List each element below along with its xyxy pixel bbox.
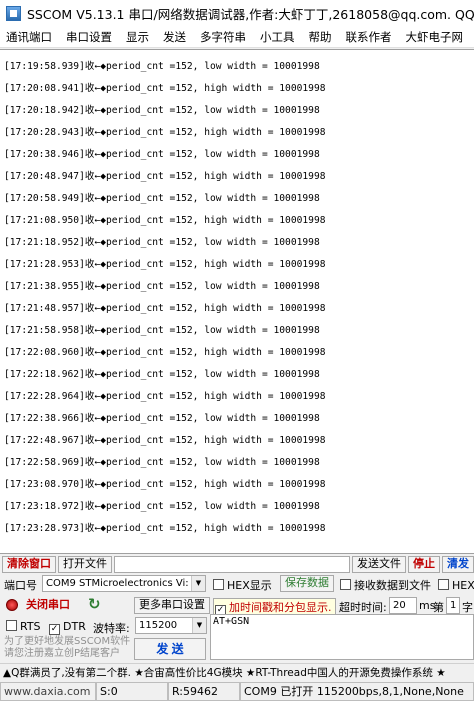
window-title: SSCOM V5.13.1 串口/网络数据调试器,作者:大虾丁丁,2618058… [27,6,474,22]
menu-tools[interactable]: 小工具 [260,29,295,45]
port-label: 端口号 [4,579,37,592]
log-line: [17:23:18.972]收←◆period_cnt =152, low wi… [4,501,320,512]
received-count: R:59462 [168,682,240,701]
clear-send-button[interactable]: 清发 [442,555,474,573]
log-line: [17:21:58.958]收←◆period_cnt =152, low wi… [4,325,320,336]
status-bar: www.daxia.com S:0 R:59462 COM9 已打开 11520… [0,682,474,701]
app-icon [6,5,21,21]
rts-checkbox[interactable]: RTS [6,620,41,633]
recv-to-file-label: 接收数据到文件 [354,579,431,592]
send-file-button[interactable]: 发送文件 [352,555,406,573]
menu-multi-string[interactable]: 多字符串 [200,29,246,45]
timeout-label: 超时时间: [339,601,387,614]
page-input[interactable]: 1 [446,597,460,614]
log-line: [17:20:18.942]收←◆period_cnt =152, low wi… [4,105,320,116]
checkbox-box [438,579,449,590]
log-line: [17:20:58.949]收←◆period_cnt =152, low wi… [4,193,320,204]
refresh-icon[interactable]: ↻ [88,595,101,613]
dtr-label: DTR [63,620,86,633]
checkbox-box [213,579,224,590]
file-button-row: 清除窗口 打开文件 发送文件 停止 清发 [0,555,474,573]
port-state: COM9 已打开 115200bps,8,1,None,None [240,682,474,701]
log-line: [17:20:38.946]收←◆period_cnt =152, low wi… [4,149,320,160]
receive-window[interactable]: [17:19:58.939]收←◆period_cnt =152, low wi… [0,49,474,554]
log-line: [17:21:48.957]收←◆period_cnt =152, high w… [4,303,326,314]
timeout-input[interactable]: 20 [389,597,417,614]
chevron-down-icon: ▼ [191,576,205,591]
port-select-value: COM9 STMicroelectronics Vi: [46,578,189,589]
menu-display[interactable]: 显示 [126,29,149,45]
checkbox-box: ✓ [49,624,60,635]
menu-bar: 通讯端口 串口设置 显示 发送 多字符串 小工具 帮助 联系作者 大虾电子网 [0,26,474,48]
promo-line-2[interactable]: 请您注册嘉立创P结尾客户 [4,648,120,660]
clear-window-button[interactable]: 清除窗口 [2,555,56,573]
log-line: [17:21:08.950]收←◆period_cnt =152, high w… [4,215,326,226]
baud-select[interactable]: 115200 ▼ [135,617,207,634]
stop-button[interactable]: 停止 [408,555,440,573]
menu-contact[interactable]: 联系作者 [346,29,392,45]
menu-send[interactable]: 发送 [163,29,186,45]
hex-display-checkbox[interactable]: HEX显示 [213,577,272,593]
log-line: [17:22:28.964]收←◆period_cnt =152, high w… [4,391,326,402]
log-line: [17:22:58.969]收←◆period_cnt =152, low wi… [4,457,320,468]
title-bar: SSCOM V5.13.1 串口/网络数据调试器,作者:大虾丁丁,2618058… [0,0,474,26]
hex-send-checkbox[interactable]: HEX发 [438,577,474,593]
checkbox-box [340,579,351,590]
checkbox-box [6,620,17,631]
menu-help[interactable]: 帮助 [309,29,332,45]
news-ticker[interactable]: ▲Q群满员了,没有第二个群. ★合宙高性价比4G模块 ★RT-Thread中国人… [0,663,474,681]
log-line: [17:22:08.960]收←◆period_cnt =152, high w… [4,347,326,358]
port-select[interactable]: COM9 STMicroelectronics Vi: ▼ [42,575,206,592]
log-line: [17:21:38.955]收←◆period_cnt =152, low wi… [4,281,320,292]
log-line: [17:21:28.953]收←◆period_cnt =152, high w… [4,259,326,270]
dtr-checkbox[interactable]: ✓ DTR [49,620,86,635]
hex-display-label: HEX显示 [227,579,272,592]
log-line: [17:22:48.967]收←◆period_cnt =152, high w… [4,435,326,446]
log-line: [17:23:28.973]收←◆period_cnt =152, high w… [4,523,326,534]
byte-label: 字 [462,601,473,614]
baud-value: 115200 [139,620,178,631]
send-button[interactable]: 发 送 [134,638,206,660]
log-line: [17:23:08.970]收←◆period_cnt =152, high w… [4,479,326,490]
rts-label: RTS [20,620,41,633]
log-line: [17:22:38.966]收←◆period_cnt =152, low wi… [4,413,320,424]
log-line: [17:19:58.939]收←◆period_cnt =152, low wi… [4,61,320,72]
hex-send-label: HEX发 [452,579,474,592]
menu-comm-port[interactable]: 通讯端口 [6,29,52,45]
open-file-button[interactable]: 打开文件 [58,555,112,573]
more-settings-button[interactable]: 更多串口设置 [134,597,210,614]
recv-to-file-checkbox[interactable]: 接收数据到文件 [340,577,431,593]
page-label: 第 [433,601,444,614]
file-path-input[interactable] [114,555,350,573]
menu-serial-settings[interactable]: 串口设置 [66,29,112,45]
log-line: [17:22:18.962]收←◆period_cnt =152, low wi… [4,369,320,380]
close-port-button[interactable]: 关闭串口 [22,597,74,614]
log-line: [17:20:48.947]收←◆period_cnt =152, high w… [4,171,326,182]
control-panel: 端口号 COM9 STMicroelectronics Vi: ▼ HEX显示 … [0,574,474,662]
save-data-button[interactable]: 保存数据 [280,575,334,592]
send-input[interactable]: AT+GSN [210,614,474,660]
port-status-icon [6,599,18,611]
log-line: [17:20:28.943]收←◆period_cnt =152, high w… [4,127,326,138]
log-line: [17:20:08.941]收←◆period_cnt =152, high w… [4,83,326,94]
promo-line-1: 为了更好地发展SSCOM软件 [4,636,131,647]
baud-label: 波特率: [93,622,130,635]
menu-daxia-site[interactable]: 大虾电子网 [406,29,464,45]
sent-count: S:0 [96,682,168,701]
chevron-down-icon: ▼ [192,618,206,633]
timestamp-label: 加时间戳和分包显示. [229,601,332,614]
website-link[interactable]: www.daxia.com [0,682,96,701]
log-line: [17:21:18.952]收←◆period_cnt =152, low wi… [4,237,320,248]
